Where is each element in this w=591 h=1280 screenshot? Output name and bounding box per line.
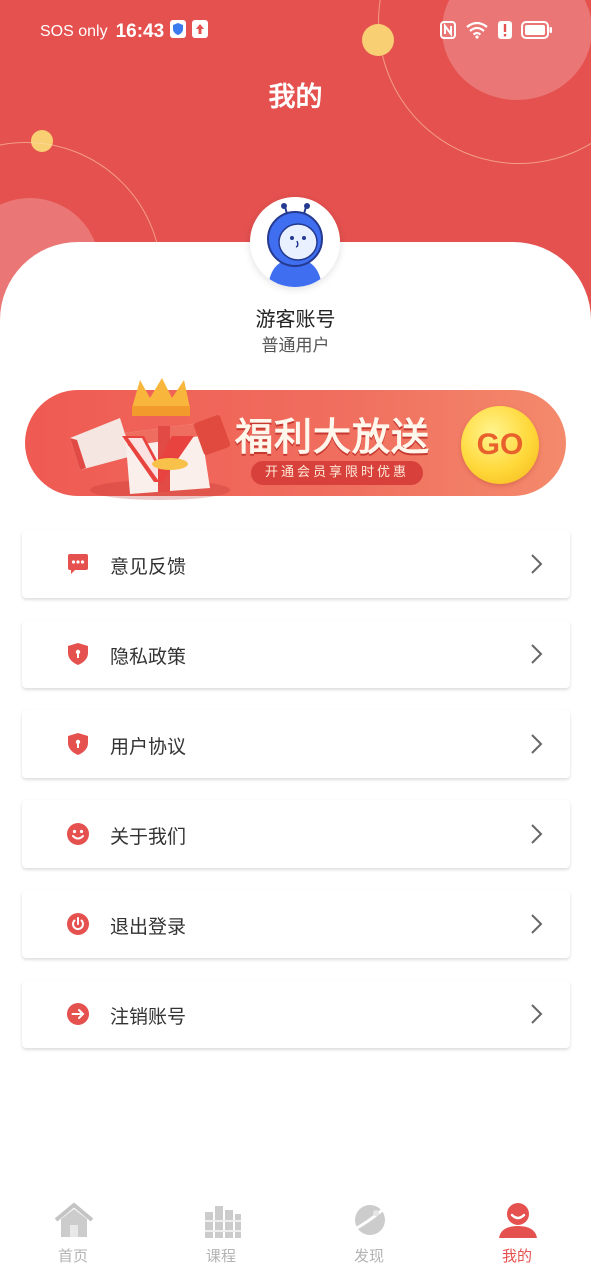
banner-title: 福利大放送 — [235, 415, 431, 459]
banner-go-button[interactable]: GO — [461, 406, 539, 484]
menu-item-label: 意见反馈 — [110, 556, 187, 578]
tab-label: 首页 — [57, 1247, 88, 1265]
tab-discover[interactable]: 发现 — [319, 1195, 419, 1280]
books-icon — [201, 1200, 243, 1240]
banner-subtitle: 开通会员享限时优惠 — [251, 461, 424, 485]
avatar[interactable] — [250, 197, 340, 287]
page-title: 我的 — [268, 82, 323, 113]
username: 游客账号 — [255, 307, 336, 331]
menu-item-label: 关于我们 — [110, 826, 187, 848]
feedback-icon — [66, 552, 90, 576]
power-icon — [66, 912, 90, 936]
bottom-tab-bar: 首页 课程 发现 我的 — [0, 1195, 591, 1280]
battery-icon — [521, 21, 553, 44]
robot-avatar-icon — [250, 197, 340, 287]
menu-item-label: 用户协议 — [110, 736, 187, 758]
home-icon — [53, 1200, 95, 1240]
menu-item-label: 隐私政策 — [110, 646, 187, 668]
chevron-right-icon — [528, 643, 544, 665]
shield-icon — [66, 642, 90, 666]
menu-item-user-agreement[interactable]: 用户协议 — [22, 710, 570, 778]
menu-item-feedback[interactable]: 意见反馈 — [22, 530, 570, 598]
arrow-right-circle-icon — [66, 1002, 90, 1026]
promo-banner[interactable]: 福利大放送 开通会员享限时优惠 GO — [25, 378, 566, 500]
upload-icon — [192, 20, 209, 43]
smile-icon — [66, 822, 90, 846]
user-icon — [497, 1200, 539, 1240]
nfc-icon — [440, 21, 456, 44]
carrier-text: SOS only — [40, 22, 108, 40]
chevron-right-icon — [528, 733, 544, 755]
tab-courses[interactable]: 课程 — [171, 1195, 271, 1280]
chevron-right-icon — [528, 913, 544, 935]
chevron-right-icon — [528, 1003, 544, 1025]
chevron-right-icon — [528, 553, 544, 575]
clock: 16:43 — [115, 20, 165, 42]
menu-item-about-us[interactable]: 关于我们 — [22, 800, 570, 868]
tab-label: 我的 — [501, 1247, 532, 1265]
wifi-icon — [465, 21, 489, 44]
chevron-right-icon — [528, 823, 544, 845]
tab-label: 发现 — [353, 1247, 384, 1265]
tab-home[interactable]: 首页 — [23, 1195, 123, 1280]
alert-icon — [498, 21, 512, 44]
security-icon — [170, 20, 187, 43]
user-type: 普通用户 — [261, 336, 330, 356]
shield-icon — [66, 732, 90, 756]
menu-item-logout[interactable]: 退出登录 — [22, 890, 570, 958]
settings-menu: 意见反馈 隐私政策 用户协议 关于我们 退出登录 注销账号 — [22, 530, 570, 1070]
menu-item-privacy-policy[interactable]: 隐私政策 — [22, 620, 570, 688]
menu-item-delete-account[interactable]: 注销账号 — [22, 980, 570, 1048]
status-bar: SOS only 16:43 — [0, 0, 591, 66]
menu-item-label: 退出登录 — [110, 916, 187, 938]
gift-box-icon — [70, 378, 230, 500]
tab-label: 课程 — [205, 1247, 236, 1265]
menu-item-label: 注销账号 — [110, 1006, 187, 1028]
planet-icon — [349, 1200, 391, 1240]
tab-mine[interactable]: 我的 — [467, 1195, 567, 1280]
